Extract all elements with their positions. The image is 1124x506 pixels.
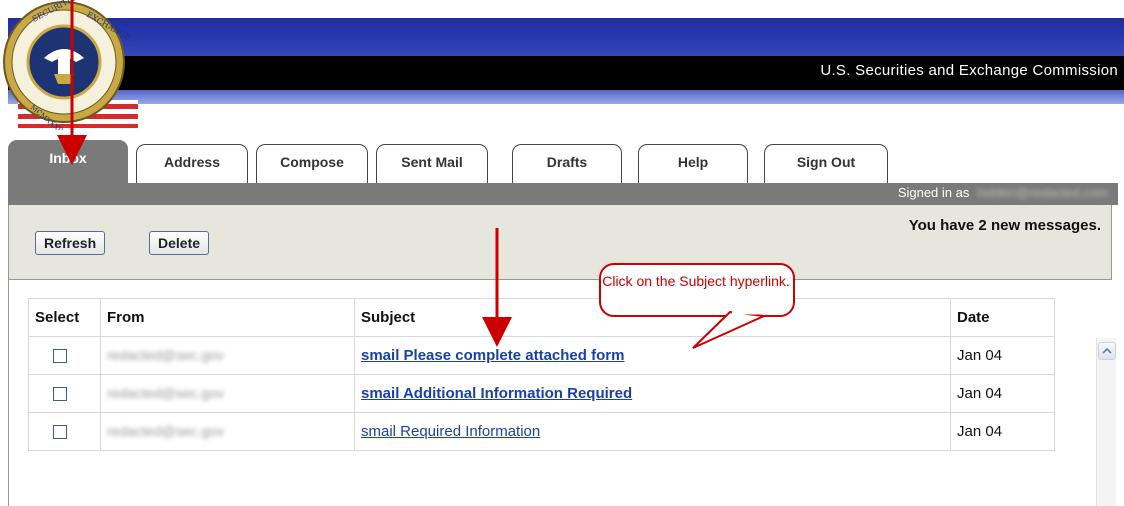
inbox-toolbar: Refresh Delete You have 2 new messages. [8, 205, 1112, 280]
date-cell: Jan 04 [950, 374, 1055, 413]
header-blue-band [8, 18, 1124, 56]
header-from: From [100, 298, 355, 337]
vertical-scrollbar[interactable] [1096, 338, 1116, 506]
subject-link[interactable]: smail Required Information [361, 423, 540, 440]
subject-cell: smail Please complete attached form [354, 336, 951, 375]
select-checkbox[interactable] [53, 349, 67, 364]
from-address: redacted@sec.gov [107, 347, 224, 363]
tab-sign-out[interactable]: Sign Out [764, 144, 888, 184]
subject-cell: smail Required Information [354, 412, 951, 451]
header-fade [8, 104, 1124, 130]
tab-help[interactable]: Help [638, 144, 748, 184]
tab-address[interactable]: Address [136, 144, 248, 184]
scroll-up-button[interactable] [1098, 342, 1116, 360]
date-cell: Jan 04 [950, 412, 1055, 451]
subject-link[interactable]: smail Please complete attached form [361, 347, 624, 364]
select-cell [28, 336, 101, 375]
signed-in-email: hidden@redacted.com [977, 185, 1108, 200]
callout-text: Click on the Subject hyperlink. [602, 273, 790, 289]
inbox-table: Select From Subject Date redacted@sec.go… [28, 298, 1055, 451]
table-row: redacted@sec.gov smail Please complete a… [28, 336, 1055, 375]
agency-name: U.S. Securities and Exchange Commission [820, 62, 1118, 79]
refresh-button[interactable]: Refresh [35, 231, 106, 255]
new-messages-notice: You have 2 new messages. [908, 217, 1101, 234]
tab-inbox[interactable]: Inbox [8, 140, 128, 186]
sec-seal-logo: SECURITIES EXCHANGE MCMXXXIV [0, 0, 140, 137]
main-tabs: Inbox Address Compose Sent Mail Drafts H… [8, 140, 1118, 186]
tab-compose[interactable]: Compose [256, 144, 368, 184]
from-cell: redacted@sec.gov [100, 412, 355, 451]
subject-cell: smail Additional Information Required [354, 374, 951, 413]
signed-in-bar: Signed in as hidden@redacted.com [8, 183, 1118, 205]
content-border [8, 280, 9, 506]
signed-in-text: Signed in as hidden@redacted.com [898, 185, 1108, 200]
instruction-callout: Click on the Subject hyperlink. [598, 262, 808, 324]
date-cell: Jan 04 [950, 336, 1055, 375]
chevron-up-icon [1102, 347, 1112, 354]
delete-button[interactable]: Delete [149, 231, 210, 255]
from-cell: redacted@sec.gov [100, 336, 355, 375]
select-checkbox[interactable] [53, 425, 67, 440]
header-light-band [8, 90, 1124, 104]
tab-drafts[interactable]: Drafts [512, 144, 622, 184]
site-header: U.S. Securities and Exchange Commission [8, 0, 1124, 130]
header-select: Select [28, 298, 101, 337]
select-cell [28, 374, 101, 413]
subject-link[interactable]: smail Additional Information Required [361, 385, 632, 402]
signed-in-label: Signed in as [897, 185, 970, 200]
table-row: redacted@sec.gov smail Required Informat… [28, 412, 1055, 451]
select-cell [28, 412, 101, 451]
select-checkbox[interactable] [53, 387, 67, 402]
table-row: redacted@sec.gov smail Additional Inform… [28, 374, 1055, 413]
header-date: Date [950, 298, 1055, 337]
from-address: redacted@sec.gov [107, 385, 224, 401]
from-address: redacted@sec.gov [107, 423, 224, 439]
tab-sent-mail[interactable]: Sent Mail [376, 144, 488, 184]
table-header-row: Select From Subject Date [28, 298, 1055, 337]
from-cell: redacted@sec.gov [100, 374, 355, 413]
